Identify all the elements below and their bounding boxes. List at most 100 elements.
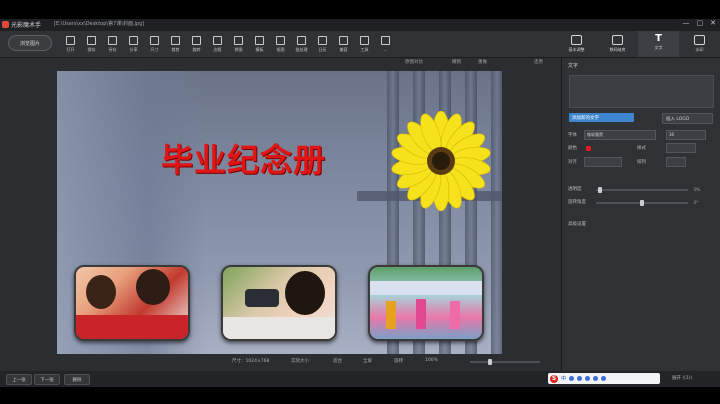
photo-detail — [416, 299, 426, 329]
bottom-bar: 上一张 下一张 删除 S 中 展开 ((1)) — [0, 371, 720, 387]
photo-thumbnail-3[interactable] — [368, 265, 484, 341]
rotate-angle-slider[interactable] — [596, 200, 688, 206]
border-icon — [213, 36, 222, 45]
tool-beauty[interactable]: 美容 — [333, 34, 354, 54]
tool-crop[interactable]: 裁剪 — [165, 34, 186, 54]
add-text-button[interactable]: 添加新的文字 — [569, 113, 634, 122]
cutout-icon — [276, 36, 285, 45]
tab-basic-adjust[interactable]: 基本调整 — [556, 31, 597, 57]
open-icon — [66, 36, 75, 45]
actual-size-button[interactable]: 实际大小 — [291, 358, 309, 364]
tab-label: 水印 — [695, 47, 704, 52]
photo-thumbnail-1[interactable] — [74, 265, 190, 341]
tool-label: 另存 — [108, 47, 117, 52]
restore-button[interactable]: 还原 — [534, 59, 543, 65]
title-bar: 光影魔术手 [E:\Users\xx\Desktop\第7课\封面.jpg] —… — [0, 19, 720, 31]
photo-detail — [245, 289, 279, 307]
photo-thumbnail-2[interactable] — [221, 265, 337, 341]
tab-label: 数码暗房 — [609, 47, 626, 52]
sunflower-image — [391, 111, 491, 212]
browse-images-button[interactable]: 浏览图片 — [8, 35, 52, 51]
next-image-button[interactable]: 下一张 — [34, 374, 60, 385]
share-icon — [129, 36, 138, 45]
ime-language[interactable]: 中 — [561, 375, 566, 382]
tool-border[interactable]: 边框 — [207, 34, 228, 54]
align-label: 对齐 — [568, 160, 577, 165]
expand-button[interactable]: 展开 ((1)) — [672, 375, 692, 381]
tool-cutout[interactable]: 抠图 — [270, 34, 291, 54]
album-title-text[interactable]: 毕业纪念册 — [161, 135, 326, 181]
ime-dot-icon — [569, 376, 575, 381]
tab-label: 文字 — [654, 45, 663, 50]
tool-label: 拼图 — [234, 47, 243, 52]
save-as-icon — [108, 36, 117, 45]
maximize-button[interactable]: ▢ — [697, 19, 704, 27]
undo-button[interactable]: 撤销 — [452, 59, 461, 65]
tool-resize[interactable]: 尺寸 — [144, 34, 165, 54]
tool-label: 工具 — [360, 47, 369, 52]
tool-label: 尺寸 — [150, 47, 159, 52]
tool-label: 日历 — [318, 47, 327, 52]
tool-calendar[interactable]: 日历 — [312, 34, 333, 54]
rotate-button[interactable]: 旋转 — [394, 358, 403, 364]
font-label: 字体 — [568, 133, 577, 138]
rotate-angle-slider-knob[interactable] — [640, 200, 644, 206]
tab-watermark[interactable]: 水印 — [679, 31, 720, 57]
tool-more[interactable]: ... — [375, 34, 396, 54]
photo-canvas[interactable]: 毕业纪念册 — [57, 71, 502, 354]
text-input-area[interactable] — [569, 75, 714, 108]
opacity-slider-knob[interactable] — [598, 187, 602, 193]
tool-label: 批处理 — [295, 47, 308, 52]
align-buttons[interactable] — [584, 157, 622, 167]
image-size: 尺寸：1024×768 — [232, 359, 270, 364]
tool-share[interactable]: 分享 — [123, 34, 144, 54]
close-button[interactable]: ✕ — [710, 19, 716, 27]
fit-button[interactable]: 适合 — [333, 358, 342, 364]
tool-collage[interactable]: 拼图 — [228, 34, 249, 54]
advanced-settings-toggle[interactable]: 高级设置 — [568, 221, 586, 227]
font-size-select[interactable]: 36 — [666, 130, 706, 140]
tab-text[interactable]: T 文字 — [638, 31, 679, 57]
tool-label: 边框 — [213, 47, 222, 52]
zoom-slider[interactable] — [470, 359, 540, 365]
redo-button[interactable]: 重做 — [478, 59, 487, 65]
rotate-icon — [192, 36, 201, 45]
main-toolbar: 浏览图片 打开 保存 另存 分享 尺寸 裁剪 旋转 边框 拼图 模板 抠图 批处理 日历 美容 工具... … — [0, 31, 720, 58]
font-select[interactable]: 微软雅黑 — [584, 130, 656, 140]
style-buttons[interactable] — [666, 143, 696, 153]
panel-header: 文字 — [568, 63, 579, 69]
app-window: 光影魔术手 [E:\Users\xx\Desktop\第7课\封面.jpg] —… — [0, 19, 720, 387]
tool-save-as[interactable]: 另存 — [102, 34, 123, 54]
canvas-area: 毕业纪念册 — [0, 69, 560, 357]
photo-detail — [370, 281, 482, 295]
more-icon — [381, 36, 390, 45]
color-swatch[interactable] — [586, 146, 591, 151]
photo-detail — [86, 275, 116, 309]
delete-image-button[interactable]: 删除 — [64, 374, 90, 385]
tool-open[interactable]: 打开 — [60, 34, 81, 54]
panel-tabs: 基本调整 数码暗房 T 文字 水印 — [556, 31, 720, 57]
watermark-icon — [694, 35, 705, 45]
file-path: [E:\Users\xx\Desktop\第7课\封面.jpg] — [54, 21, 145, 27]
fullscreen-button[interactable]: 全屏 — [363, 358, 372, 364]
tool-save[interactable]: 保存 — [81, 34, 102, 54]
spacing-buttons[interactable] — [666, 157, 686, 167]
tool-label: 打开 — [66, 47, 75, 52]
tab-darkroom[interactable]: 数码暗房 — [597, 31, 638, 57]
prev-image-button[interactable]: 上一张 — [6, 374, 32, 385]
compare-button[interactable]: 原图对比 — [405, 59, 423, 65]
zoom-slider-knob[interactable] — [488, 359, 492, 365]
tool-label: 模板 — [255, 47, 264, 52]
tool-batch[interactable]: 批处理 — [291, 34, 312, 54]
tool-template[interactable]: 模板 — [249, 34, 270, 54]
ime-toolbar[interactable]: S 中 — [548, 373, 660, 384]
ime-dot-icon — [585, 376, 591, 381]
tool-rotate[interactable]: 旋转 — [186, 34, 207, 54]
zoom-value: 100% — [425, 358, 438, 363]
opacity-slider[interactable] — [596, 187, 688, 193]
tool-tools[interactable]: 工具 — [354, 34, 375, 54]
insert-logo-button[interactable]: 插入 LOGO — [662, 113, 713, 124]
tool-list: 打开 保存 另存 分享 尺寸 裁剪 旋转 边框 拼图 模板 抠图 批处理 日历 美容 工具... — [60, 34, 396, 54]
minimize-button[interactable]: — — [683, 19, 690, 27]
status-bar: 尺寸：1024×768 实际大小 适合 全屏 旋转 100% — [0, 356, 560, 366]
